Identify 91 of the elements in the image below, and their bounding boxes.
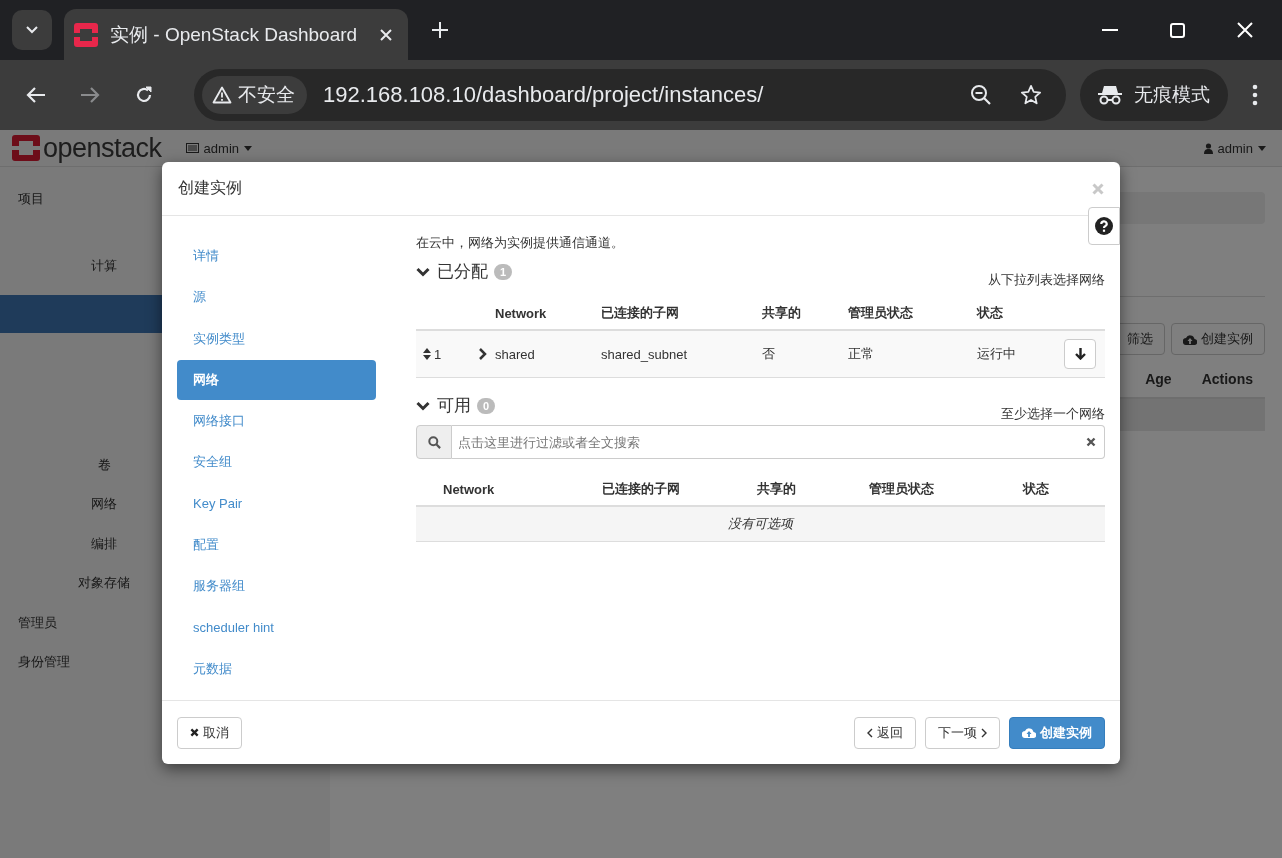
browser-tab[interactable]: 实例 - OpenStack Dashboard xyxy=(64,9,408,60)
wizard-step[interactable]: scheduler hint xyxy=(177,607,376,648)
sidebar-group[interactable]: 计算 xyxy=(91,256,117,297)
count-badge: 0 xyxy=(477,397,496,414)
caret-icon xyxy=(1258,145,1266,151)
close-icon xyxy=(190,728,199,737)
wizard-step[interactable]: 网络接口 xyxy=(177,401,376,442)
list-icon xyxy=(185,143,199,153)
openstack-logo-drawing xyxy=(12,135,40,161)
back-arrow-icon[interactable] xyxy=(26,86,46,104)
order-handle[interactable]: 1 xyxy=(416,346,442,362)
description-text: 在云中，网络为实例提供通信通道。 xyxy=(416,234,625,252)
column-header: 已连接的子网 xyxy=(602,480,681,498)
zoom-out-icon[interactable] xyxy=(970,84,992,106)
address-bar[interactable]: 不安全 192.168.108.10/dashboard/project/instances/ xyxy=(194,69,1066,121)
sidebar-item[interactable]: 管理员 xyxy=(0,602,57,642)
next-button[interactable]: 下一项 xyxy=(925,716,1000,749)
reload-icon[interactable] xyxy=(134,85,154,105)
table-cell-text: shared xyxy=(495,346,536,362)
hint-text: 至少选择一个网络 xyxy=(1001,405,1105,423)
wizard-step[interactable]: 安全组 xyxy=(177,442,376,483)
sidebar-item[interactable]: 卷 xyxy=(97,444,111,484)
maximize-icon[interactable] xyxy=(1170,22,1185,38)
security-chip[interactable]: 不安全 xyxy=(202,76,307,114)
table-cell-text: 运行中 xyxy=(977,345,1017,363)
section-toggle[interactable]: 已分配 xyxy=(416,260,488,283)
table-cell-text: 正常 xyxy=(848,345,875,363)
wizard-step[interactable]: 配置 xyxy=(177,525,376,566)
table-cell-text: 否 xyxy=(762,345,776,363)
cancel-button[interactable]: 取消 xyxy=(177,716,242,749)
tab-title: 实例 - OpenStack Dashboard xyxy=(110,22,359,47)
column-header: 共享的 xyxy=(762,304,802,322)
url-text: 192.168.108.10/dashboard/project/instances/ xyxy=(323,82,765,108)
create-instance-button[interactable]: 创建实例 xyxy=(1009,716,1105,749)
help-icon xyxy=(1095,217,1113,235)
column-header: 状态 xyxy=(1023,480,1050,498)
search-icon xyxy=(427,435,441,449)
user-menu[interactable]: admin xyxy=(1203,140,1266,156)
cloud-logo-icon xyxy=(74,22,98,47)
column-header: 共享的 xyxy=(757,480,797,498)
back-button[interactable]: 返回 xyxy=(854,716,916,749)
brand-name: openstack xyxy=(43,132,162,164)
search-field[interactable]: 点击这里进行过滤或者全文搜索 xyxy=(452,425,1105,459)
column-header: Network xyxy=(443,481,496,497)
sidebar-item[interactable]: 身份管理 xyxy=(0,642,70,682)
column-header: Network xyxy=(495,305,548,321)
sort-icon xyxy=(423,348,431,360)
new-tab-icon[interactable] xyxy=(432,22,448,38)
arrow-down-icon xyxy=(1074,348,1086,360)
wizard-step[interactable]: Key Pair xyxy=(177,483,376,524)
caret-icon xyxy=(244,145,252,151)
wizard-step[interactable]: 元数据 xyxy=(177,648,376,689)
column-header: 已连接的子网 xyxy=(601,304,680,322)
wizard-step[interactable]: 服务器组 xyxy=(177,566,376,607)
wizard-step[interactable]: 实例类型 xyxy=(177,318,376,359)
column-header: 管理员状态 xyxy=(869,480,935,498)
sidebar-item[interactable]: 网络 xyxy=(91,484,117,524)
empty-message: 没有可选项 xyxy=(728,515,793,533)
incognito-icon xyxy=(1098,85,1122,105)
column-header: 管理员状态 xyxy=(848,304,914,322)
project-menu[interactable]: admin xyxy=(185,140,252,156)
chevron-right-icon xyxy=(981,727,987,738)
create-instance-button[interactable]: 创建实例 xyxy=(1171,323,1265,355)
deallocate-button[interactable] xyxy=(1064,339,1096,369)
column-header: 状态 xyxy=(977,304,1004,322)
sidebar-item[interactable]: 项目 xyxy=(0,179,44,219)
chevron-down-icon xyxy=(26,26,38,34)
forward-arrow-icon[interactable] xyxy=(80,86,100,104)
wizard-step[interactable]: 网络 xyxy=(177,359,376,400)
count-badge: 1 xyxy=(494,263,513,280)
chevron-right-icon[interactable] xyxy=(477,348,487,360)
clear-icon[interactable] xyxy=(1086,437,1096,447)
help-button[interactable] xyxy=(1088,207,1120,245)
user-icon xyxy=(1203,142,1213,154)
column-header: Age xyxy=(1145,371,1172,387)
chevron-left-icon xyxy=(867,727,873,738)
warning-icon xyxy=(212,86,232,104)
section-toggle[interactable]: 可用 xyxy=(416,394,471,417)
hint-text: 从下拉列表选择网络 xyxy=(988,271,1105,289)
star-icon[interactable] xyxy=(1020,84,1042,106)
sidebar-item[interactable]: 对象存储 xyxy=(78,563,130,603)
cloud-upload-icon xyxy=(1183,333,1197,345)
column-header: Actions xyxy=(1201,371,1253,387)
cloud-upload-icon xyxy=(1022,727,1036,738)
wizard-step[interactable]: 源 xyxy=(177,277,376,318)
dialog-title: 创建实例 xyxy=(178,178,242,198)
sidebar-item[interactable]: 编排 xyxy=(91,523,117,563)
incognito-chip[interactable]: 无痕模式 xyxy=(1080,69,1228,121)
more-menu-icon[interactable] xyxy=(1252,84,1258,106)
table-cell-text: shared_subnet xyxy=(601,346,688,362)
wizard-step[interactable]: 详情 xyxy=(177,236,376,276)
